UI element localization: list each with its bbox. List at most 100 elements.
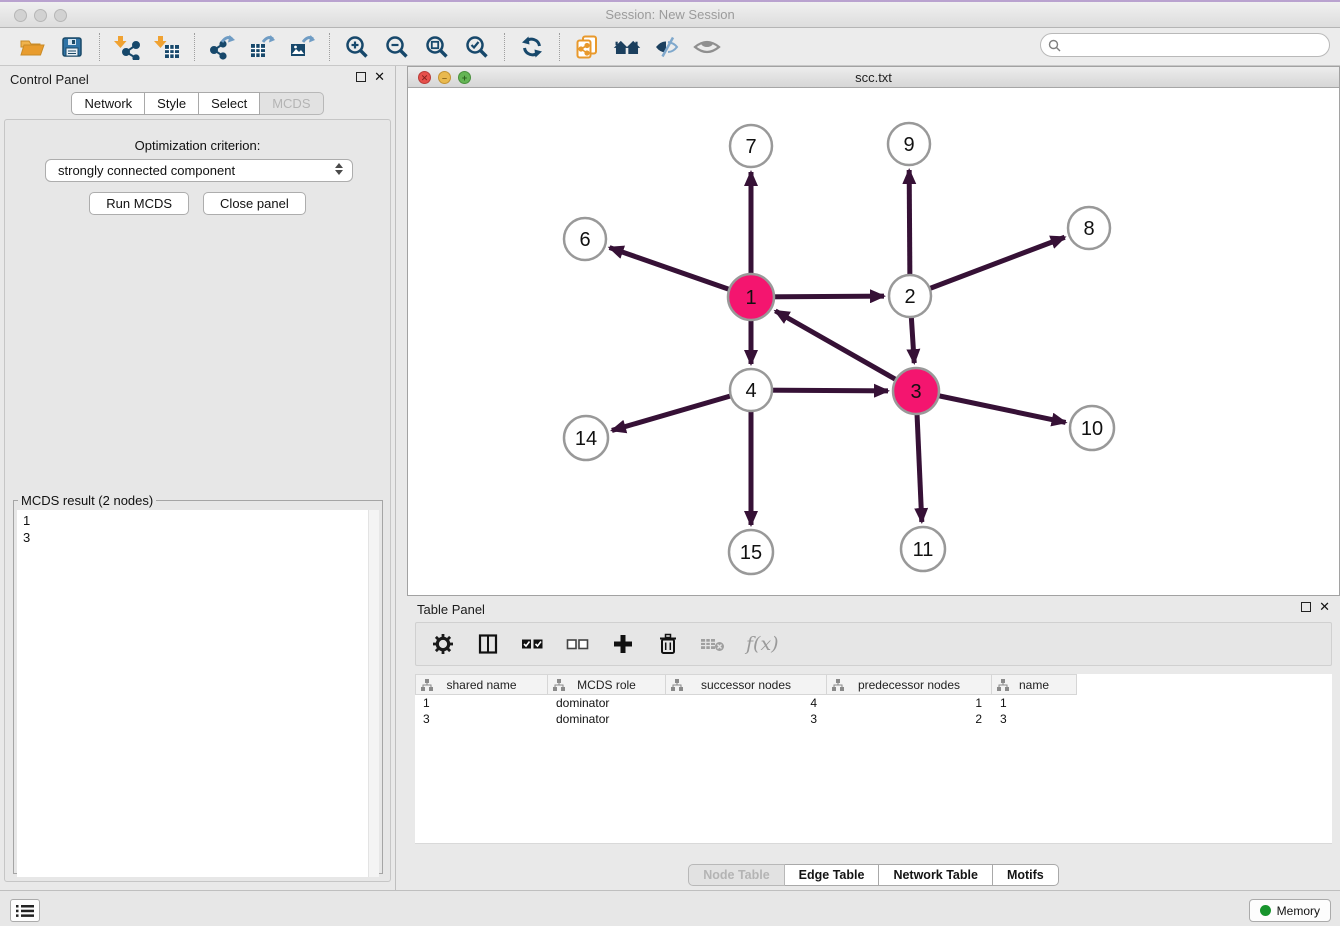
column-settings-button[interactable] [428, 629, 458, 659]
edge-3-to-1[interactable] [775, 311, 916, 391]
cell-predecessor-nodes[interactable]: 2 [827, 711, 992, 727]
mcds-result-list[interactable]: 13 [17, 510, 378, 877]
zoom-out-icon [384, 34, 410, 60]
cell-MCDS-role[interactable]: dominator [548, 695, 666, 711]
node-3[interactable]: 3 [893, 368, 939, 414]
open-folder-icon [19, 34, 45, 60]
zoom-selected-button[interactable] [462, 32, 492, 62]
control-panel: Control Panel ✕ NetworkStyleSelectMCDS O… [0, 66, 396, 890]
column-header-predecessor-nodes[interactable]: predecessor nodes [827, 674, 992, 695]
cell-successor-nodes[interactable]: 4 [666, 695, 827, 711]
delete-column-button[interactable] [653, 629, 683, 659]
function-fx-icon: f(x) [744, 632, 782, 656]
save-session-button[interactable] [57, 32, 87, 62]
table-tab-network-table[interactable]: Network Table [879, 864, 993, 886]
table-panel-title: Table Panel [417, 602, 485, 617]
export-table-button[interactable] [247, 32, 277, 62]
result-scrollbar[interactable] [368, 510, 379, 877]
function-builder-button[interactable]: f(x) [743, 629, 783, 659]
node-table-body: 1dominator4113dominator323 [415, 695, 1332, 727]
node-label: 1 [745, 287, 756, 309]
node-4[interactable]: 4 [730, 369, 772, 411]
edge-2-to-8[interactable] [910, 237, 1065, 296]
export-image-button[interactable] [287, 32, 317, 62]
zoom-out-button[interactable] [382, 32, 412, 62]
import-network-button[interactable] [112, 32, 142, 62]
search-input[interactable] [1065, 38, 1329, 52]
column-header-name[interactable]: name [992, 674, 1077, 695]
column-header-MCDS-role[interactable]: MCDS role [548, 674, 666, 695]
create-column-button[interactable] [608, 629, 638, 659]
import-table-button[interactable] [152, 32, 182, 62]
hide-selected-button[interactable] [652, 32, 682, 62]
table-tab-node-table[interactable]: Node Table [688, 864, 784, 886]
deselect-all-columns-button[interactable] [563, 629, 593, 659]
tab-mcds[interactable]: MCDS [260, 92, 323, 115]
zoom-in-button[interactable] [342, 32, 372, 62]
export-network-button[interactable] [207, 32, 237, 62]
node-10[interactable]: 10 [1070, 406, 1114, 450]
table-panel-close-icon[interactable]: ✕ [1319, 602, 1330, 612]
node-1[interactable]: 1 [728, 274, 774, 320]
show-columns-button[interactable] [473, 629, 503, 659]
select-all-columns-button[interactable] [518, 629, 548, 659]
criterion-dropdown[interactable]: strongly connected component [45, 159, 353, 182]
tab-style[interactable]: Style [145, 92, 199, 115]
column-header-successor-nodes[interactable]: successor nodes [666, 674, 827, 695]
network-frame-titlebar[interactable]: ✕ – + scc.txt [408, 67, 1339, 88]
clone-network-icon [574, 34, 600, 60]
table-tab-edge-table[interactable]: Edge Table [785, 864, 880, 886]
column-header-label: predecessor nodes [858, 678, 960, 692]
table-tab-motifs[interactable]: Motifs [993, 864, 1059, 886]
tree-icon [997, 679, 1009, 691]
refresh-view-button[interactable] [517, 32, 547, 62]
column-header-shared-name[interactable]: shared name [415, 674, 548, 695]
import-table-icon [154, 34, 180, 60]
node-11[interactable]: 11 [901, 527, 945, 571]
node-8[interactable]: 8 [1068, 207, 1110, 249]
first-neighbors-button[interactable] [612, 32, 642, 62]
global-search[interactable] [1040, 33, 1330, 57]
refresh-icon [519, 34, 545, 60]
network-frame: ✕ – + scc.txt 7 9 6 8 1 2 4 3 14 10 15 11 [407, 66, 1340, 596]
cell-successor-nodes[interactable]: 3 [666, 711, 827, 727]
node-7[interactable]: 7 [730, 125, 772, 167]
node-6[interactable]: 6 [564, 218, 606, 260]
zoom-fit-icon [424, 34, 450, 60]
node-15[interactable]: 15 [729, 530, 773, 574]
memory-button[interactable]: Memory [1249, 899, 1331, 922]
save-icon [59, 34, 85, 60]
node-2[interactable]: 2 [889, 275, 931, 317]
close-panel-button[interactable]: Close panel [203, 192, 306, 215]
titlebar: Session: New Session [0, 2, 1340, 28]
task-history-button[interactable] [10, 899, 40, 922]
node-9[interactable]: 9 [888, 123, 930, 165]
cell-predecessor-nodes[interactable]: 1 [827, 695, 992, 711]
table-panel-float-icon[interactable] [1301, 602, 1311, 612]
open-file-button[interactable] [17, 32, 47, 62]
cell-name[interactable]: 1 [992, 695, 1077, 711]
table-row[interactable]: 1dominator411 [415, 695, 1332, 711]
table-hscrollbar[interactable] [415, 843, 1332, 862]
control-panel-float-icon[interactable] [356, 72, 366, 82]
tab-select[interactable]: Select [199, 92, 260, 115]
network-canvas[interactable]: 7 9 6 8 1 2 4 3 14 10 15 11 [408, 88, 1339, 595]
cell-shared-name[interactable]: 1 [415, 695, 548, 711]
export-network-icon [209, 34, 235, 60]
cell-name[interactable]: 3 [992, 711, 1077, 727]
cell-MCDS-role[interactable]: dominator [548, 711, 666, 727]
control-panel-close-icon[interactable]: ✕ [374, 72, 385, 82]
zoom-fit-button[interactable] [422, 32, 452, 62]
cell-shared-name[interactable]: 3 [415, 711, 548, 727]
columns-panel-icon [477, 633, 499, 655]
node-14[interactable]: 14 [564, 416, 608, 460]
table-row[interactable]: 3dominator323 [415, 711, 1332, 727]
delete-table-button[interactable] [698, 629, 728, 659]
tree-icon [421, 679, 433, 691]
table-panel-tabs: Node TableEdge TableNetwork TableMotifs [407, 864, 1340, 886]
clone-network-button[interactable] [572, 32, 602, 62]
tab-network[interactable]: Network [71, 92, 145, 115]
run-mcds-button[interactable]: Run MCDS [89, 192, 189, 215]
control-panel-title: Control Panel [10, 72, 89, 87]
show-all-button[interactable] [692, 32, 722, 62]
